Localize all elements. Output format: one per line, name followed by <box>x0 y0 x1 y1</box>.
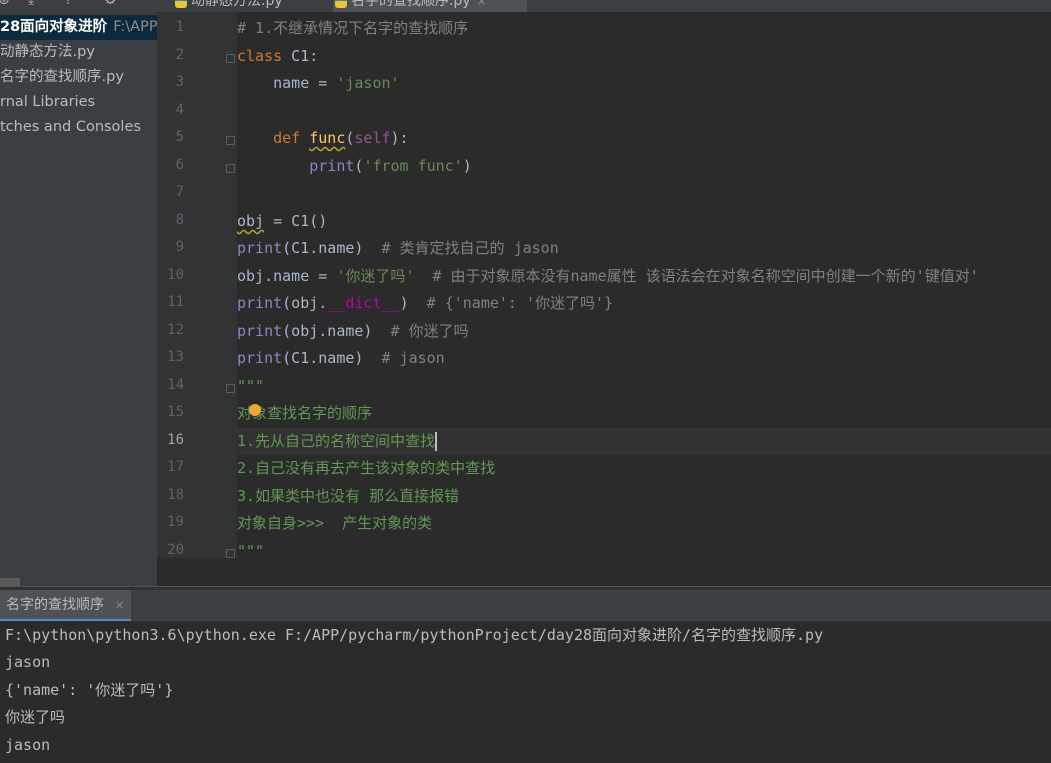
line-number: 6 <box>175 157 184 173</box>
gear-icon[interactable]: ⚙ <box>104 0 117 8</box>
editor-gutter: 1 2 3 4 5 6 7 8 9 10 11 12 13 14 15 16 1… <box>157 12 237 558</box>
code-line: def func(self): <box>237 129 409 147</box>
fold-marker-icon[interactable] <box>226 54 235 63</box>
code-line: 对象自身>>> 产生对象的类 <box>237 514 433 532</box>
code-line: print(C1.name) # jason <box>237 349 445 367</box>
code-line: print('from func') <box>309 157 472 175</box>
line-number: 8 <box>175 212 184 228</box>
line-number: 1 <box>175 19 184 35</box>
editor-bottom-strip <box>157 558 1051 586</box>
run-tab-label: 名字的查找顺序 <box>6 597 104 613</box>
run-panel-header: 名字的查找顺序 × <box>0 590 1051 622</box>
console-line: jason <box>5 653 51 671</box>
line-number: 20 <box>167 542 184 558</box>
line-number: 17 <box>167 459 184 475</box>
code-line: 对象查找名字的顺序 <box>237 404 373 422</box>
line-number: 10 <box>167 267 184 283</box>
target-icon[interactable]: ⊕ <box>0 0 10 8</box>
code-line: 3.如果类中也没有 那么直接报错 <box>237 487 460 505</box>
line-number: 14 <box>167 377 184 393</box>
text-caret <box>435 432 438 451</box>
line-number: 15 <box>167 404 184 420</box>
console-line: F:\python\python3.6\python.exe F:/APP/py… <box>5 626 824 644</box>
console-line: 你迷了吗 <box>5 708 66 726</box>
line-number: 18 <box>167 487 184 503</box>
project-root[interactable]: 28面向对象进阶 F:\APP <box>0 15 157 40</box>
line-number: 2 <box>175 47 184 63</box>
python-file-icon <box>175 0 187 8</box>
fold-marker-icon[interactable] <box>226 136 235 145</box>
line-number: 19 <box>167 514 184 530</box>
code-line: class C1: <box>237 47 319 65</box>
project-root-path: F:\APP <box>113 19 157 35</box>
console-line: jason <box>5 736 51 754</box>
line-number: 7 <box>175 184 184 200</box>
line-number: 9 <box>175 239 184 255</box>
code-line: # 1.不继承情况下名字的查找顺序 <box>237 19 469 37</box>
code-line-current: 1.先从自己的名称空间中查找 <box>237 428 1051 455</box>
close-icon[interactable]: × <box>114 598 124 612</box>
code-line: print(C1.name) # 类肯定找自己的 jason <box>237 239 559 257</box>
code-line: """ <box>237 542 265 558</box>
line-number: 12 <box>167 322 184 338</box>
project-toolbar: ⊕ ⤓ ⇡ ⚙ <box>0 0 157 10</box>
console-line: {'name': '你迷了吗'} <box>5 681 174 699</box>
line-number: 11 <box>167 294 184 310</box>
code-line: print(obj.name) # 你迷了吗 <box>237 322 469 340</box>
line-number-current: 16 <box>167 432 184 448</box>
file-item[interactable]: 名字的查找顺序.py <box>0 65 124 90</box>
code-line: obj = C1() <box>237 212 328 230</box>
python-file-icon <box>335 0 347 8</box>
code-line: """ <box>237 377 265 395</box>
external-libraries-item[interactable]: rnal Libraries <box>0 90 95 115</box>
expand-icon[interactable]: ⇡ <box>62 0 74 8</box>
fold-marker-icon[interactable] <box>226 384 235 393</box>
fold-marker-icon[interactable] <box>226 164 235 173</box>
line-number: 4 <box>175 102 184 118</box>
tab-label: 名字的查找顺序.py <box>351 0 471 9</box>
line-number: 3 <box>175 74 184 90</box>
scratches-item[interactable]: tches and Consoles <box>0 115 141 140</box>
tab-label: 动静态方法.py <box>191 0 283 9</box>
scrollbar-thumb[interactable] <box>0 578 20 586</box>
tab-dynamic-static-methods[interactable]: 动静态方法.py <box>173 0 333 12</box>
project-scrollbar[interactable] <box>0 576 157 586</box>
code-line: obj.name = '你迷了吗' # 由于对象原本没有name属性 该语法会在… <box>237 267 979 285</box>
code-line: 2.自己没有再去产生该对象的类中查找 <box>237 459 496 477</box>
close-icon[interactable]: × <box>477 0 487 8</box>
project-root-name: 28面向对象进阶 <box>0 19 108 35</box>
tab-name-lookup-order[interactable]: 名字的查找顺序.py × <box>333 0 527 12</box>
line-number: 13 <box>167 349 184 365</box>
file-item[interactable]: 动静态方法.py <box>0 40 95 65</box>
code-line: name = 'jason' <box>237 74 400 92</box>
run-tab[interactable]: 名字的查找顺序 × <box>0 590 131 621</box>
run-console-output[interactable]: F:\python\python3.6\python.exe F:/APP/py… <box>0 622 1051 763</box>
lightbulb-icon[interactable] <box>249 404 261 416</box>
editor-tabs: 动静态方法.py 名字的查找顺序.py × <box>157 0 1051 12</box>
collapse-icon[interactable]: ⤓ <box>28 0 34 8</box>
project-panel: ⊕ ⤓ ⇡ ⚙ 28面向对象进阶 F:\APP 动静态方法.py 名字的查找顺序.… <box>0 0 157 586</box>
code-editor[interactable]: # 1.不继承情况下名字的查找顺序 class C1: name = 'jaso… <box>237 12 1051 558</box>
fold-marker-icon[interactable] <box>226 549 235 558</box>
line-number: 5 <box>175 129 184 145</box>
code-line: print(obj.__dict__) # {'name': '你迷了吗'} <box>237 294 614 312</box>
